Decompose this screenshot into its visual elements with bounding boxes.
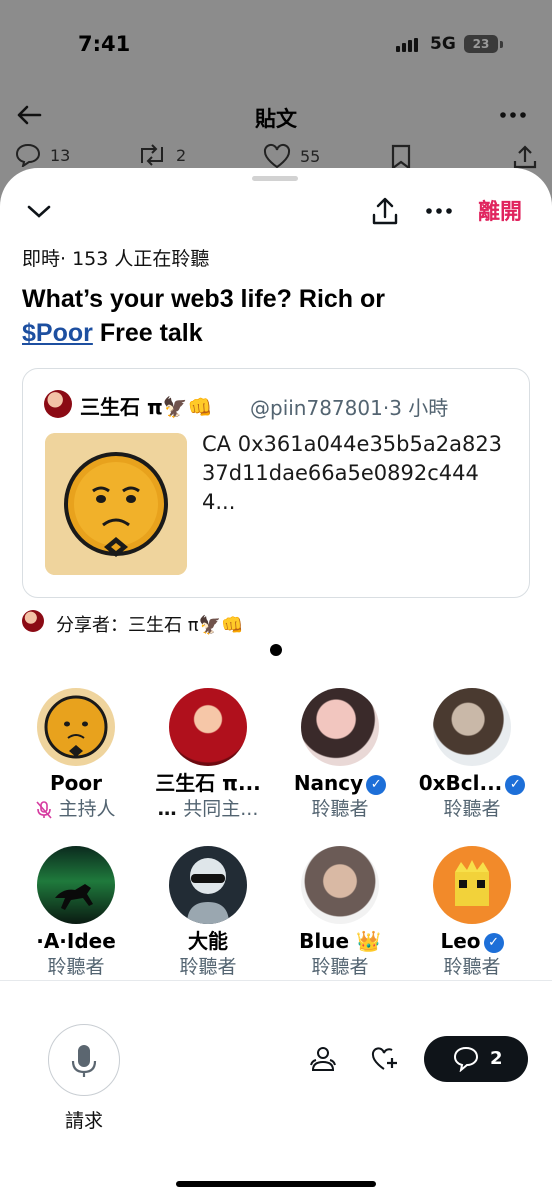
space-title-part2: Free talk: [99, 319, 203, 347]
participant-blue[interactable]: Blue 👑 聆聽者: [274, 846, 406, 980]
participant-sanshengshi[interactable]: 三生石 π... … 共同主...: [142, 688, 274, 822]
participant-name: Leo ✓: [406, 928, 538, 954]
signal-icon: [396, 38, 418, 52]
tweet-handle-time: @piin787801·3 小時: [250, 396, 449, 420]
participant-role: 聆聽者: [311, 956, 369, 978]
avatar: [433, 846, 511, 924]
avatar: [37, 688, 115, 766]
participant-name: ·A·Idee: [36, 929, 116, 953]
verified-badge-icon: ✓: [505, 774, 526, 795]
reply-stat[interactable]: 13: [14, 143, 70, 167]
status-bar: 7:41 5G 23: [0, 0, 552, 90]
chevron-down-icon[interactable]: [26, 201, 52, 221]
participant-0xbcl[interactable]: 0xBcl... ✓ 聆聽者: [406, 688, 538, 822]
shared-by-label: 分享者：三生石 π🦅👊: [56, 615, 244, 636]
like-count: 55: [300, 146, 321, 166]
tweet-author-avatar: [44, 390, 72, 418]
network-type: 5G: [430, 34, 456, 54]
sharer-avatar: [22, 610, 44, 632]
repost-stat[interactable]: 2: [136, 143, 186, 167]
verified-badge-icon: ✓: [366, 774, 387, 795]
heart-plus-icon[interactable]: [370, 1044, 400, 1074]
participant-role: … 共同主...: [157, 798, 259, 820]
battery-icon: 23: [464, 35, 498, 53]
verified-badge-icon: ✓: [483, 932, 504, 953]
chat-button[interactable]: 2: [424, 1036, 528, 1082]
page-title: 貼文: [255, 107, 297, 131]
chat-count: 2: [490, 1048, 503, 1069]
people-icon[interactable]: [308, 1044, 338, 1074]
share-space-icon[interactable]: [370, 196, 400, 226]
heart-icon: [263, 143, 291, 169]
participant-nancy[interactable]: Nancy ✓ 聆聽者: [274, 688, 406, 822]
repost-count: 2: [176, 145, 187, 165]
request-label: 請求: [64, 1110, 103, 1132]
participant-poor[interactable]: Poor 主持人: [10, 688, 142, 822]
battery-nub: [500, 41, 503, 48]
participant-daneng[interactable]: 大能 聆聽者: [142, 846, 274, 980]
participant-role: 主持人: [10, 796, 142, 822]
tweet-text: CA 0x361a044e35b5a2a82337d11dae66a5e0892…: [202, 432, 503, 514]
participant-name: 0xBcl... ✓: [406, 770, 538, 796]
avatar: [433, 688, 511, 766]
space-more-icon[interactable]: [424, 200, 454, 222]
participant-name: Blue 👑: [299, 929, 381, 953]
avatar: [169, 846, 247, 924]
request-mic-button[interactable]: [48, 1024, 120, 1096]
participant-role: 聆聽者: [179, 956, 237, 978]
share-icon[interactable]: [512, 144, 538, 170]
live-listener-status: 即時· 153 人正在聆聽: [22, 248, 210, 270]
reply-count: 13: [50, 145, 71, 165]
divider: [0, 980, 552, 981]
participant-role: 聆聽者: [311, 798, 369, 820]
mic-off-icon: [36, 800, 53, 819]
participant-role: 聆聽者: [47, 956, 105, 978]
avatar: [301, 688, 379, 766]
tweet-author-name: 三生石 π🦅👊: [80, 395, 213, 419]
cashtag-link[interactable]: $Poor: [22, 319, 93, 347]
participant-role: 聆聽者: [443, 798, 501, 820]
participant-leo[interactable]: Leo ✓ 聆聽者: [406, 846, 538, 980]
avatar: [169, 688, 247, 766]
space-title-part1: What’s your web3 life? Rich or: [22, 285, 386, 313]
status-time: 7:41: [78, 32, 131, 56]
repost-icon: [141, 144, 163, 166]
avatar: [37, 846, 115, 924]
participant-name: Poor: [49, 771, 102, 795]
participant-aidee[interactable]: ·A·Idee 聆聽者: [10, 846, 142, 980]
participant-name: 三生石 π...: [155, 771, 261, 795]
more-options-icon[interactable]: [498, 100, 528, 130]
reply-icon: [15, 143, 41, 167]
microphone-icon: [71, 1045, 97, 1077]
like-stat[interactable]: 55: [262, 143, 320, 169]
page-indicator: [270, 644, 282, 656]
leave-button[interactable]: 離開: [478, 194, 522, 226]
participant-role: 聆聽者: [443, 956, 501, 978]
participant-name: Nancy ✓: [274, 770, 406, 796]
sheet-grabber[interactable]: [252, 176, 298, 181]
chat-bubble-icon: [453, 1046, 479, 1072]
tweet-media-thumbnail[interactable]: [45, 433, 187, 575]
bookmark-icon[interactable]: [390, 144, 412, 170]
space-title: What’s your web3 life? Rich or $Poor Fre…: [22, 282, 532, 350]
avatar: [301, 846, 379, 924]
participant-name: 大能: [188, 929, 228, 953]
home-indicator[interactable]: [176, 1181, 376, 1187]
